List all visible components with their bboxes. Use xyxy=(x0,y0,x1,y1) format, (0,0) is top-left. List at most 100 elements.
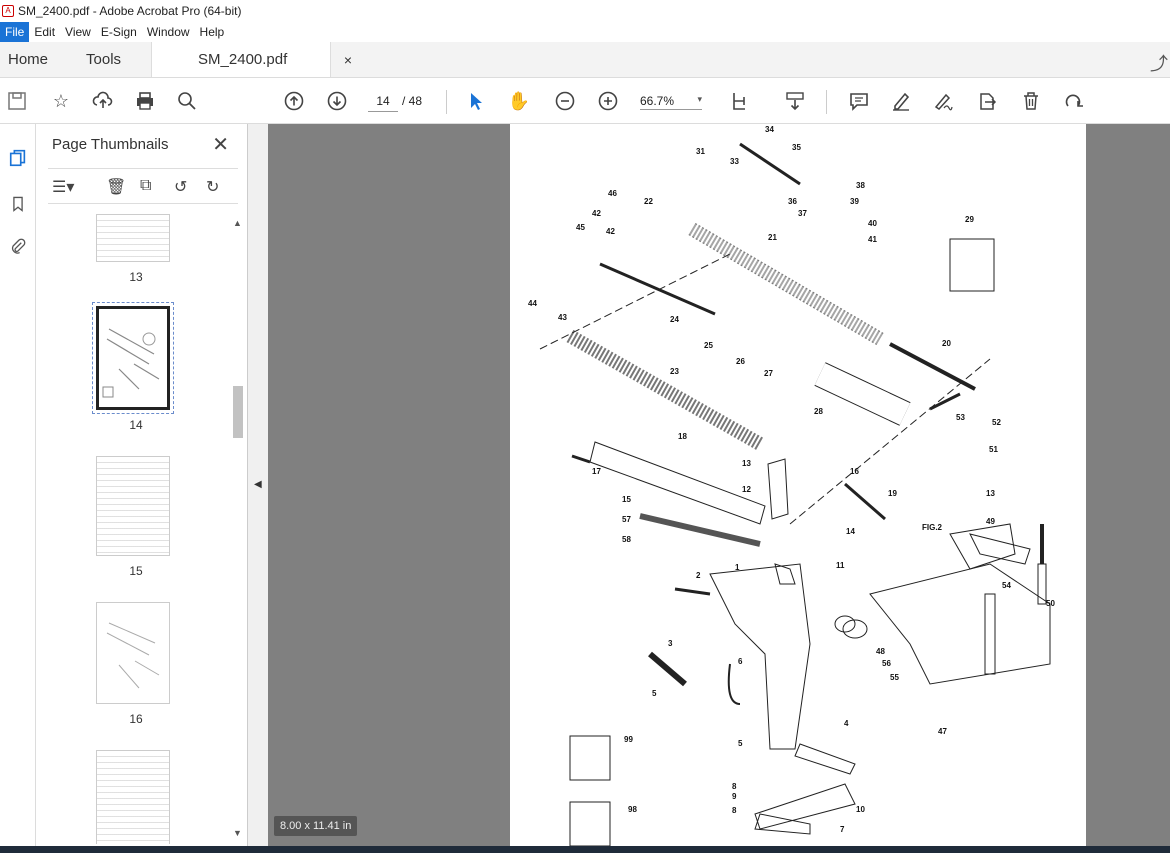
part-callout-label: 3 xyxy=(668,639,673,648)
thumbnail-page[interactable] xyxy=(96,602,170,704)
menu-help[interactable]: Help xyxy=(195,22,230,42)
rotate-icon[interactable] xyxy=(1060,88,1086,114)
part-callout-label: 21 xyxy=(768,233,777,242)
collapse-arrow-icon: ◀ xyxy=(254,479,262,490)
part-callout-label: 25 xyxy=(704,341,713,350)
save-icon[interactable] xyxy=(4,88,30,114)
panel-title: Page Thumbnails xyxy=(52,136,169,153)
toolbar-divider xyxy=(826,90,827,114)
thumbnail-diagram xyxy=(106,622,160,689)
part-callout-label: 54 xyxy=(1002,581,1011,590)
part-callout-label: 10 xyxy=(856,805,865,814)
share-icon[interactable]: ⤴ xyxy=(1150,50,1168,76)
part-callout-label: 31 xyxy=(696,147,705,156)
print-icon[interactable] xyxy=(132,88,158,114)
document-viewer[interactable]: 31 33 34 35 36 37 38 39 40 41 29 46 22 42 45 21 42 44 43 24… xyxy=(268,124,1170,846)
part-callout-label: 99 xyxy=(624,735,633,744)
bookmark-star-icon[interactable]: ☆ xyxy=(48,88,74,114)
scroll-down-icon[interactable]: ▼ xyxy=(233,828,242,838)
tab-tools[interactable]: Tools xyxy=(56,42,151,77)
select-cursor-icon[interactable] xyxy=(463,88,489,114)
hand-tool-icon[interactable]: ✋ xyxy=(506,88,532,114)
part-callout-label: 51 xyxy=(989,445,998,454)
part-callout-label: 7 xyxy=(840,825,845,834)
menu-window[interactable]: Window xyxy=(142,22,195,42)
collapse-panel-handle[interactable]: ◀ xyxy=(248,124,268,846)
part-callout-label: 42 xyxy=(592,209,601,218)
part-callout-label: 29 xyxy=(965,215,974,224)
previous-page-icon[interactable] xyxy=(281,88,307,114)
rotate-ccw-icon[interactable]: ↺ xyxy=(174,177,187,197)
thumbnail-page[interactable] xyxy=(96,456,170,556)
part-callout-label: 43 xyxy=(558,313,567,322)
trash-icon[interactable] xyxy=(1018,88,1044,114)
part-callout-label: 28 xyxy=(814,407,823,416)
thumbnail-label: 13 xyxy=(129,270,143,284)
page-thumbnails-icon[interactable] xyxy=(4,144,32,172)
insert-page-icon[interactable]: ⧉ xyxy=(140,177,151,195)
page-fit-icon[interactable] xyxy=(728,88,754,114)
rotate-cw-icon[interactable]: ↻ xyxy=(206,177,219,197)
tab-bar: Home Tools SM_2400.pdf × ⤴ xyxy=(0,42,1170,78)
comment-icon[interactable] xyxy=(846,88,872,114)
scroll-up-icon[interactable]: ▲ xyxy=(233,218,242,228)
delete-page-icon[interactable]: 🗑 xyxy=(106,177,126,197)
menu-bar: File Edit View E-Sign Window Help xyxy=(0,22,1170,42)
bookmarks-icon[interactable] xyxy=(4,190,32,218)
tab-document[interactable]: SM_2400.pdf × xyxy=(151,42,352,77)
part-callout-label: 48 xyxy=(876,647,885,656)
close-tab-icon[interactable]: × xyxy=(344,52,352,68)
part-callout-label: 20 xyxy=(942,339,951,348)
menu-view[interactable]: View xyxy=(60,22,96,42)
part-callout-label: 4 xyxy=(844,719,849,728)
scroll-mode-icon[interactable] xyxy=(782,88,808,114)
zoom-search-icon[interactable] xyxy=(174,88,200,114)
thumbnail-page-selected[interactable] xyxy=(92,302,174,414)
tab-document-label: SM_2400.pdf xyxy=(198,51,288,68)
part-callout-label: 44 xyxy=(528,299,537,308)
part-callout-label: 24 xyxy=(670,315,679,324)
zoom-level-value: 66.7% xyxy=(640,94,675,108)
menu-edit[interactable]: Edit xyxy=(29,22,60,42)
exploded-parts-diagram: 31333435363738394041294622424521424443 24… xyxy=(528,125,1055,846)
chevron-down-icon: ▾ xyxy=(697,94,702,104)
part-callout-label: 39 xyxy=(850,197,859,206)
zoom-level-select[interactable]: 66.7% ▾ xyxy=(640,94,702,110)
part-callout-label: 53 xyxy=(956,413,965,422)
send-for-signature-icon[interactable] xyxy=(974,88,1000,114)
close-panel-icon[interactable]: ✕ xyxy=(212,132,229,157)
thumbnail-scrollbar[interactable]: ▲ ▼ xyxy=(231,214,245,842)
part-callout-label: 58 xyxy=(622,535,631,544)
part-callout-label: 11 xyxy=(836,561,845,570)
thumbnail-options-icon[interactable]: ☰▾ xyxy=(52,177,74,197)
sign-icon[interactable] xyxy=(930,88,956,114)
main-toolbar: ☆ 14 / 48 ✋ 66.7% ▾ xyxy=(0,78,1170,124)
thumbnail-page[interactable] xyxy=(96,214,170,262)
highlight-pen-icon[interactable] xyxy=(888,88,914,114)
menu-file[interactable]: File xyxy=(0,22,30,42)
tab-home[interactable]: Home xyxy=(0,42,56,77)
thumbnail-label: 16 xyxy=(129,712,143,726)
thumbnail-label: 15 xyxy=(129,564,143,578)
page-number-input[interactable]: 14 xyxy=(368,92,398,112)
part-callout-label: 55 xyxy=(890,673,899,682)
part-callout-label: 45 xyxy=(576,223,585,232)
part-callout-label: 15 xyxy=(622,495,631,504)
scrollbar-thumb[interactable] xyxy=(233,386,243,438)
attachments-paperclip-icon[interactable] xyxy=(4,232,32,260)
zoom-out-icon[interactable] xyxy=(552,88,578,114)
title-bar: A SM_2400.pdf - Adobe Acrobat Pro (64-bi… xyxy=(0,0,1170,22)
taskbar xyxy=(0,846,1170,853)
part-callout-label: 36 xyxy=(788,197,797,206)
part-callout-label: 23 xyxy=(670,367,679,376)
upload-cloud-icon[interactable] xyxy=(90,88,116,114)
thumbnail-page[interactable] xyxy=(96,750,170,844)
zoom-in-icon[interactable] xyxy=(595,88,621,114)
next-page-icon[interactable] xyxy=(324,88,350,114)
part-callout-label: 2 xyxy=(696,571,701,580)
part-callout-label: 27 xyxy=(764,369,773,378)
part-callout-label: 37 xyxy=(798,209,807,218)
part-callout-label: 46 xyxy=(608,189,617,198)
menu-esign[interactable]: E-Sign xyxy=(96,22,142,42)
part-callout-label: 17 xyxy=(592,467,601,476)
